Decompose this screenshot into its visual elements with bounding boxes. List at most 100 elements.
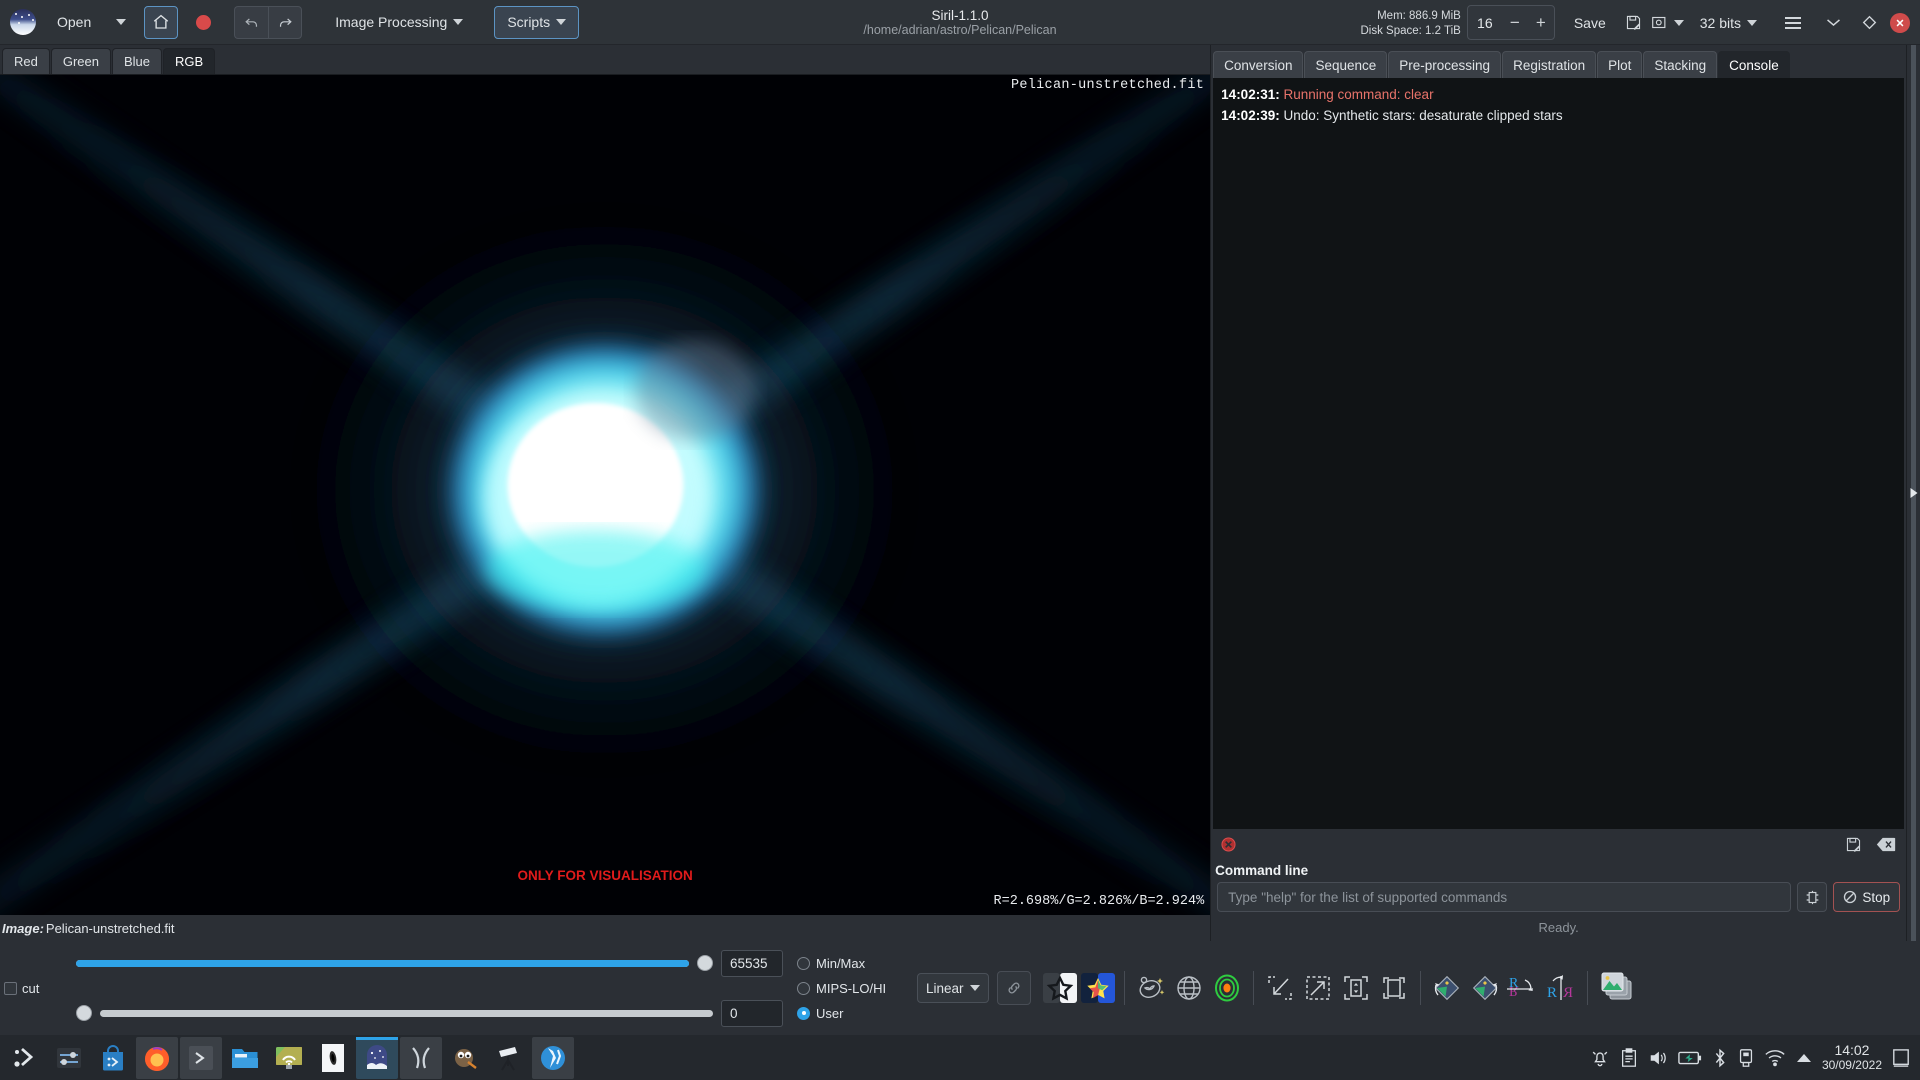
taskbar-settings-button[interactable] (48, 1037, 90, 1079)
low-level-value[interactable]: 0 (721, 999, 783, 1027)
zoom-stepper[interactable]: 16 − + (1466, 5, 1555, 40)
taskbar-terminal-button[interactable] (180, 1036, 222, 1079)
home-icon (154, 14, 169, 29)
chain-channels-button[interactable] (996, 971, 1031, 1005)
low-level-knob[interactable] (76, 1005, 92, 1021)
snapshot-icon (1651, 16, 1666, 29)
close-window-button[interactable] (1890, 12, 1910, 33)
kstars-icon (541, 1045, 565, 1070)
photometry-target-button[interactable] (1208, 968, 1246, 1008)
header-left-controls: Open Image Processing Scripts (0, 5, 580, 39)
low-level-slider[interactable] (100, 1009, 713, 1017)
taskbar-pixinsight-button[interactable] (400, 1036, 442, 1079)
tab-console[interactable]: Console (1718, 51, 1790, 78)
open-button[interactable]: Open (44, 6, 104, 39)
tab-plot[interactable]: Plot (1597, 51, 1643, 78)
zoom-fit-button[interactable] (1337, 968, 1375, 1008)
taskbar-telescope-button[interactable] (488, 1037, 530, 1079)
export-log-icon[interactable] (1845, 836, 1862, 853)
minimize-button[interactable] (1818, 7, 1848, 39)
tab-pre-processing[interactable]: Pre-processing (1388, 51, 1502, 78)
battery-icon[interactable] (1678, 1049, 1702, 1067)
tab-conversion[interactable]: Conversion (1213, 51, 1304, 78)
log-timestamp: 14:02:31: (1221, 87, 1280, 102)
taskbar-kstars-button[interactable] (532, 1036, 574, 1079)
radio-mips-lo-hi[interactable]: MIPS-LO/HI (797, 981, 909, 996)
taskbar-software-button[interactable] (92, 1037, 134, 1079)
high-level-value[interactable]: 65535 (721, 949, 783, 977)
error-circle-icon[interactable] (1221, 836, 1236, 852)
image-processing-menu-button[interactable]: Image Processing (322, 6, 476, 39)
high-level-knob[interactable] (697, 955, 713, 971)
zoom-100-button[interactable] (1375, 968, 1413, 1008)
stretch-mode-selector[interactable]: Linear (917, 973, 989, 1003)
mirror-vertical-button[interactable]: R R (1542, 968, 1580, 1008)
zoom-out-button[interactable] (1261, 968, 1299, 1008)
color-preview-button[interactable] (1079, 968, 1117, 1008)
scripts-menu-button[interactable]: Scripts (494, 5, 580, 39)
zoom-100-icon (1382, 977, 1405, 999)
rotate-ccw-icon (1434, 975, 1459, 1001)
rotate-cw-button[interactable] (1466, 968, 1504, 1008)
taskbar-files-button[interactable] (224, 1037, 266, 1079)
channel-tab-red[interactable]: Red (2, 48, 50, 74)
save-as-button[interactable] (1619, 7, 1649, 39)
tab-sequence[interactable]: Sequence (1304, 51, 1388, 78)
bluetooth-icon[interactable] (1712, 1048, 1728, 1068)
zoom-in-button[interactable] (1299, 968, 1337, 1008)
radio-minmax[interactable]: Min/Max (797, 956, 909, 971)
volume-icon[interactable] (1648, 1048, 1668, 1068)
astrometry-grid-button[interactable] (1170, 968, 1208, 1008)
snapshot-button[interactable] (1649, 7, 1687, 39)
save-button[interactable]: Save (1561, 6, 1619, 39)
taskbar-gimp-button[interactable] (444, 1037, 486, 1079)
cut-checkbox[interactable] (4, 981, 17, 995)
bit-depth-selector[interactable]: 32 bits (1687, 6, 1770, 39)
wifi-icon[interactable] (1764, 1049, 1786, 1067)
tab-registration[interactable]: Registration (1502, 51, 1597, 78)
high-level-slider[interactable] (76, 959, 689, 967)
maximize-button[interactable] (1854, 7, 1884, 39)
svg-text:R: R (1509, 983, 1519, 998)
main-menu-button[interactable] (1778, 7, 1808, 39)
open-dropdown-button[interactable] (104, 6, 138, 39)
channel-tab-green[interactable]: Green (50, 48, 111, 74)
stop-button[interactable]: Stop (1833, 882, 1901, 912)
tab-stacking[interactable]: Stacking (1643, 51, 1718, 78)
zoom-increase-button[interactable]: + (1528, 6, 1554, 39)
cut-checkbox-group[interactable]: cut (4, 981, 70, 996)
usb-icon[interactable] (1738, 1048, 1754, 1068)
home-button[interactable] (144, 5, 179, 39)
rotate-ccw-button[interactable] (1428, 968, 1466, 1008)
console-log[interactable]: 14:02:31: Running command: clear 14:02:3… (1213, 78, 1905, 829)
clipboard-icon[interactable] (1620, 1047, 1638, 1068)
taskbar-remote-desktop-button[interactable] (268, 1037, 310, 1079)
taskbar-galaxy-app-button[interactable] (312, 1037, 354, 1079)
notifications-icon[interactable] (1590, 1048, 1610, 1068)
undo-button[interactable] (234, 5, 269, 39)
command-input[interactable] (1217, 882, 1792, 912)
show-hidden-icon[interactable] (1796, 1052, 1812, 1064)
clear-log-icon[interactable] (1876, 837, 1896, 852)
image-stack-button[interactable] (1595, 968, 1639, 1008)
annotate-objects-button[interactable] (1132, 968, 1170, 1008)
chevron-down-icon (1673, 19, 1684, 26)
record-button[interactable] (186, 6, 220, 39)
bw-preview-button[interactable] (1041, 968, 1079, 1008)
image-canvas[interactable]: Pelican-unstretched.fit ONLY FOR VISUALI… (0, 75, 1211, 915)
taskbar-siril-button[interactable] (356, 1036, 398, 1079)
channel-tab-blue[interactable]: Blue (112, 48, 163, 74)
console-toolbar (1213, 829, 1905, 859)
channel-tab-rgb[interactable]: RGB (163, 48, 216, 74)
taskbar-firefox-button[interactable] (136, 1036, 178, 1079)
show-desktop-icon[interactable] (1892, 1048, 1910, 1068)
radio-user[interactable]: User (797, 1006, 909, 1021)
command-settings-button[interactable] (1797, 882, 1828, 912)
mirror-horizontal-button[interactable]: R R (1504, 968, 1542, 1008)
taskbar-menu-button[interactable] (4, 1037, 46, 1079)
panel-expander-handle[interactable] (1906, 45, 1920, 941)
radio-label: User (816, 1005, 844, 1021)
zoom-decrease-button[interactable]: − (1502, 6, 1528, 39)
redo-button[interactable] (268, 5, 303, 39)
taskbar-clock[interactable]: 14:02 30/09/2022 (1822, 1042, 1882, 1073)
